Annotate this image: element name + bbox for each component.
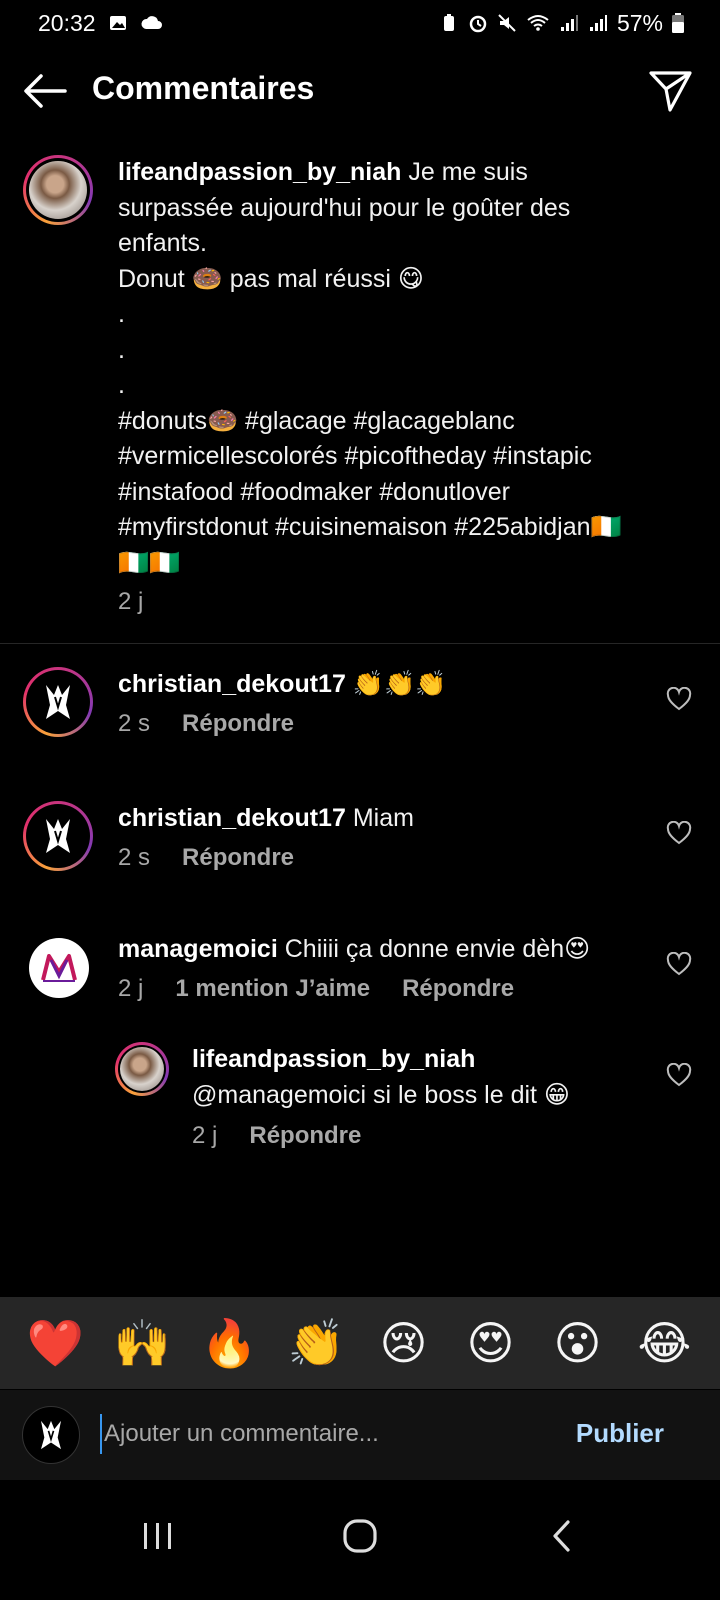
comment-username[interactable]: christian_dekout17: [118, 804, 346, 832]
caption-username[interactable]: lifeandpassion_by_niah: [118, 158, 401, 186]
battery-saver-icon: [443, 14, 454, 31]
avatar[interactable]: [115, 1042, 169, 1096]
emoji-fire[interactable]: 🔥: [197, 1320, 263, 1366]
page-title: Commentaires: [92, 70, 315, 106]
comment-text: Miam: [352, 804, 414, 832]
status-bar: 20:32 57%: [0, 0, 720, 46]
comment-text: 👏👏👏: [352, 670, 447, 698]
back-icon: [553, 1520, 570, 1552]
alarm-icon: [469, 15, 487, 33]
system-nav-bar: [0, 1480, 720, 1600]
caption-body: Je me suis surpassée aujourd'hui pour le…: [118, 158, 622, 577]
comment-input[interactable]: [100, 1414, 540, 1454]
emoji-heart-eyes[interactable]: 😍: [458, 1320, 524, 1366]
emoji-raising-hands[interactable]: 🙌: [110, 1320, 176, 1366]
comment-body: managemoici Chiiii ça donne envie dèh😍: [118, 932, 590, 966]
reply-button[interactable]: Répondre: [182, 710, 294, 738]
caption-time: 2 j: [118, 588, 144, 615]
comment-username[interactable]: christian_dekout17: [118, 670, 346, 698]
comment-username[interactable]: managemoici: [118, 935, 278, 963]
comment-time: 2 s: [118, 844, 151, 871]
status-right: 57%: [439, 10, 684, 37]
comment-text: Chiiii ça donne envie dèh😍: [284, 935, 591, 963]
reply-button[interactable]: Répondre: [402, 975, 514, 1003]
caption-text: lifeandpassion_by_niah Je me suis surpas…: [118, 155, 628, 581]
emoji-quick-bar: ❤️ 🙌 🔥 👏 😢 😍 😮 😂: [0, 1297, 720, 1389]
arrow-left-icon: [24, 74, 67, 108]
emoji-surprised[interactable]: 😮: [545, 1320, 611, 1366]
avatar[interactable]: [23, 667, 93, 737]
reply-button[interactable]: Répondre: [249, 1122, 361, 1150]
image-icon: [109, 16, 126, 30]
cloud-icon: [141, 16, 162, 29]
mute-icon: [498, 14, 516, 32]
status-left: 20:32: [38, 10, 164, 37]
header: Commentaires: [0, 56, 720, 126]
comment-username[interactable]: lifeandpassion_by_niah: [192, 1042, 652, 1076]
comment-body: lifeandpassion_by_niah @managemoici si l…: [192, 1042, 652, 1112]
share-button[interactable]: [648, 68, 694, 114]
publish-button[interactable]: Publier: [576, 1418, 664, 1449]
battery-percent: 57%: [616, 9, 663, 36]
emoji-laughing[interactable]: 😂: [632, 1320, 698, 1366]
recent-apps-icon: [144, 1523, 171, 1549]
profile-logo-icon: [41, 954, 77, 982]
comment-item: managemoici Chiiii ça donne envie dèh😍 2…: [0, 930, 720, 1030]
emoji-crying[interactable]: 😢: [371, 1320, 437, 1366]
emoji-clap[interactable]: 👏: [284, 1320, 350, 1366]
heart-icon[interactable]: [666, 821, 692, 845]
likes-count[interactable]: 1 mention J’aime: [175, 975, 370, 1003]
signal-icon: [589, 15, 607, 31]
emoji-heart[interactable]: ❤️: [23, 1320, 89, 1366]
comment-meta: 2 s Répondre: [118, 710, 294, 738]
comment-text: @managemoici si le boss le dit 😁: [192, 1081, 570, 1109]
profile-logo-icon: [46, 819, 70, 853]
status-time: 20:32: [38, 9, 96, 36]
profile-logo-icon: [46, 685, 70, 719]
nav-back-button[interactable]: [532, 1506, 592, 1566]
avatar[interactable]: [29, 938, 89, 998]
avatar[interactable]: [23, 801, 93, 871]
home-button[interactable]: [330, 1506, 390, 1566]
comment-time: 2 j: [192, 1122, 218, 1149]
signal-icon: [560, 15, 578, 31]
comment-time: 2 j: [118, 975, 144, 1002]
comment-item: christian_dekout17 👏👏👏 2 s Répondre: [0, 663, 720, 783]
comment-time: 2 s: [118, 710, 151, 737]
reply-button[interactable]: Répondre: [182, 844, 294, 872]
comment-item: christian_dekout17 Miam 2 s Répondre: [0, 797, 720, 917]
comment-meta: 2 s Répondre: [118, 844, 294, 872]
heart-icon[interactable]: [666, 687, 692, 711]
profile-logo-icon: [41, 1420, 61, 1450]
wifi-icon: [527, 15, 549, 31]
comment-body: christian_dekout17 👏👏👏: [118, 667, 446, 701]
avatar[interactable]: [22, 1406, 80, 1464]
comment-meta: 2 j 1 mention J’aime Répondre: [118, 975, 514, 1003]
divider: [0, 643, 720, 644]
heart-icon[interactable]: [666, 1063, 692, 1087]
home-icon: [343, 1519, 377, 1553]
back-button[interactable]: [22, 69, 68, 113]
paper-plane-icon: [649, 71, 692, 112]
avatar[interactable]: [23, 155, 93, 225]
reply-item: lifeandpassion_by_niah @managemoici si l…: [0, 1040, 720, 1160]
battery-icon: [672, 13, 684, 33]
comment-meta: 2 j Répondre: [192, 1122, 361, 1150]
comment-body: christian_dekout17 Miam: [118, 801, 414, 835]
heart-icon[interactable]: [666, 952, 692, 976]
recent-apps-button[interactable]: [128, 1506, 188, 1566]
comment-composer: Publier: [0, 1390, 720, 1480]
